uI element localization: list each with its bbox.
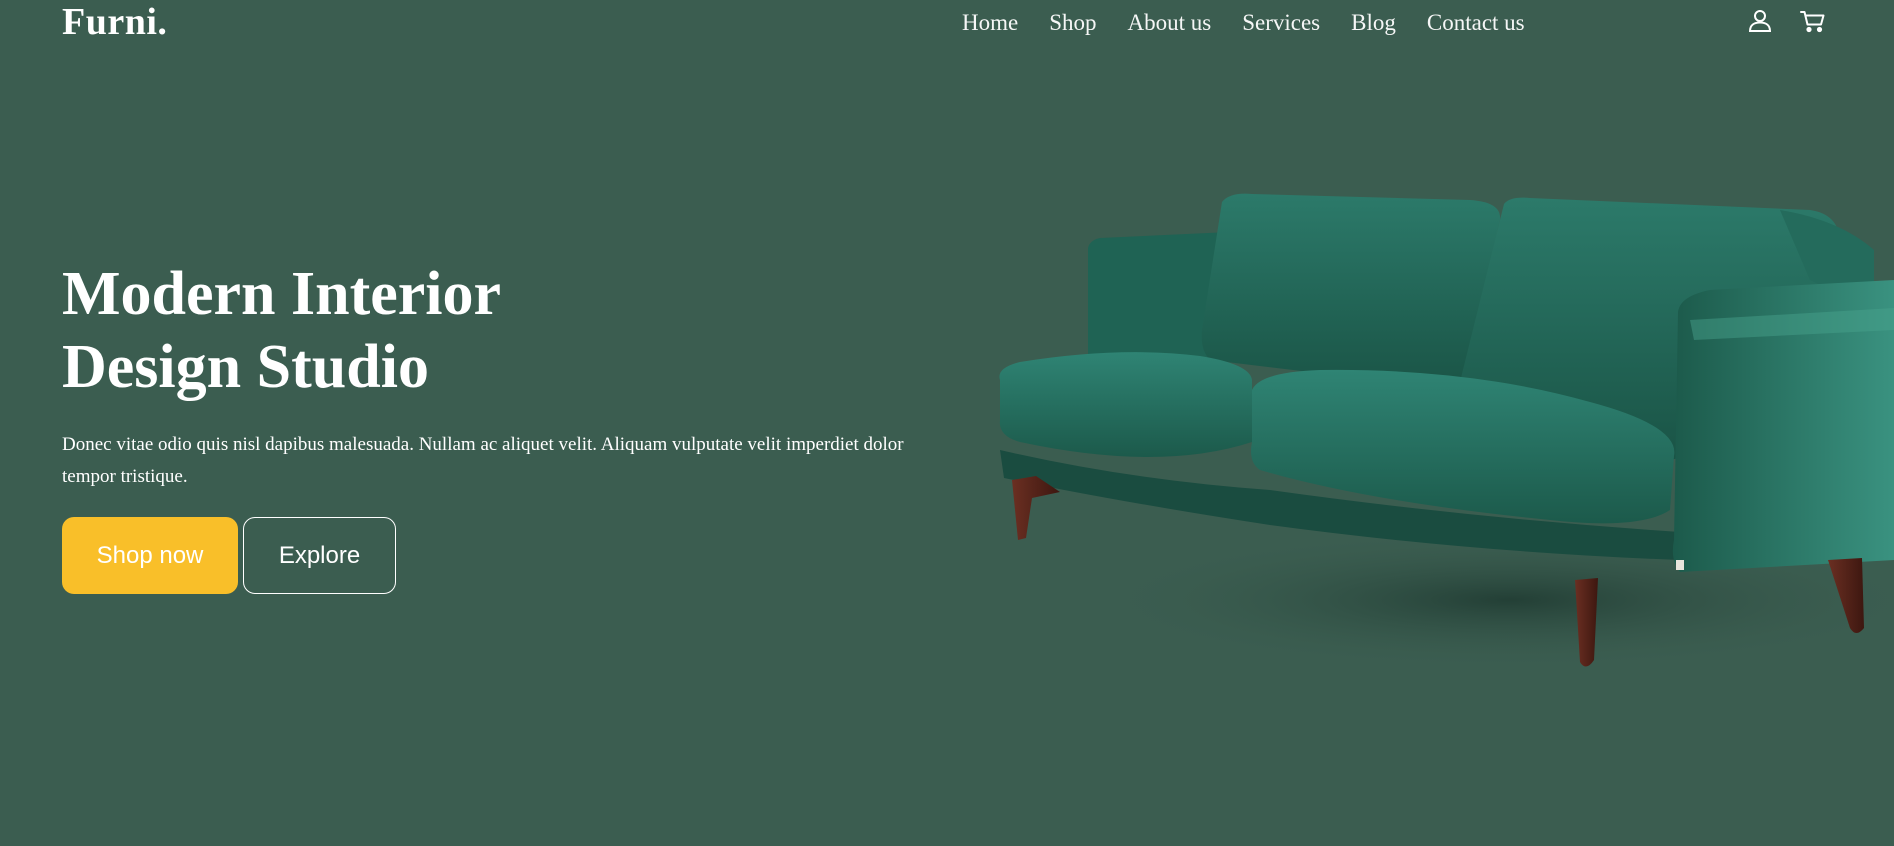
user-icon[interactable]: [1745, 6, 1775, 36]
hero-title: Modern Interior Design Studio: [62, 258, 762, 404]
nav-item-contact-us[interactable]: Contact us: [1427, 8, 1525, 38]
brand-logo[interactable]: Furni.: [62, 0, 167, 44]
cart-icon[interactable]: [1798, 6, 1828, 36]
shop-now-button[interactable]: Shop now: [62, 517, 238, 594]
nav-item-home[interactable]: Home: [962, 8, 1018, 38]
hero-sofa-image: [990, 180, 1894, 700]
nav-item-about-us[interactable]: About us: [1128, 8, 1212, 38]
site-header: Furni. Home Shop About us Services Blog …: [0, 0, 1894, 48]
hero-title-line-2: Design Studio: [62, 333, 429, 401]
explore-button[interactable]: Explore: [243, 517, 396, 594]
main-nav: Home Shop About us Services Blog Contact…: [962, 8, 1525, 38]
nav-item-shop[interactable]: Shop: [1049, 8, 1096, 38]
hero-description: Donec vitae odio quis nisl dapibus males…: [62, 434, 904, 487]
nav-item-services[interactable]: Services: [1242, 8, 1320, 38]
hero-title-line-1: Modern Interior: [62, 260, 502, 328]
nav-item-blog[interactable]: Blog: [1351, 8, 1396, 38]
